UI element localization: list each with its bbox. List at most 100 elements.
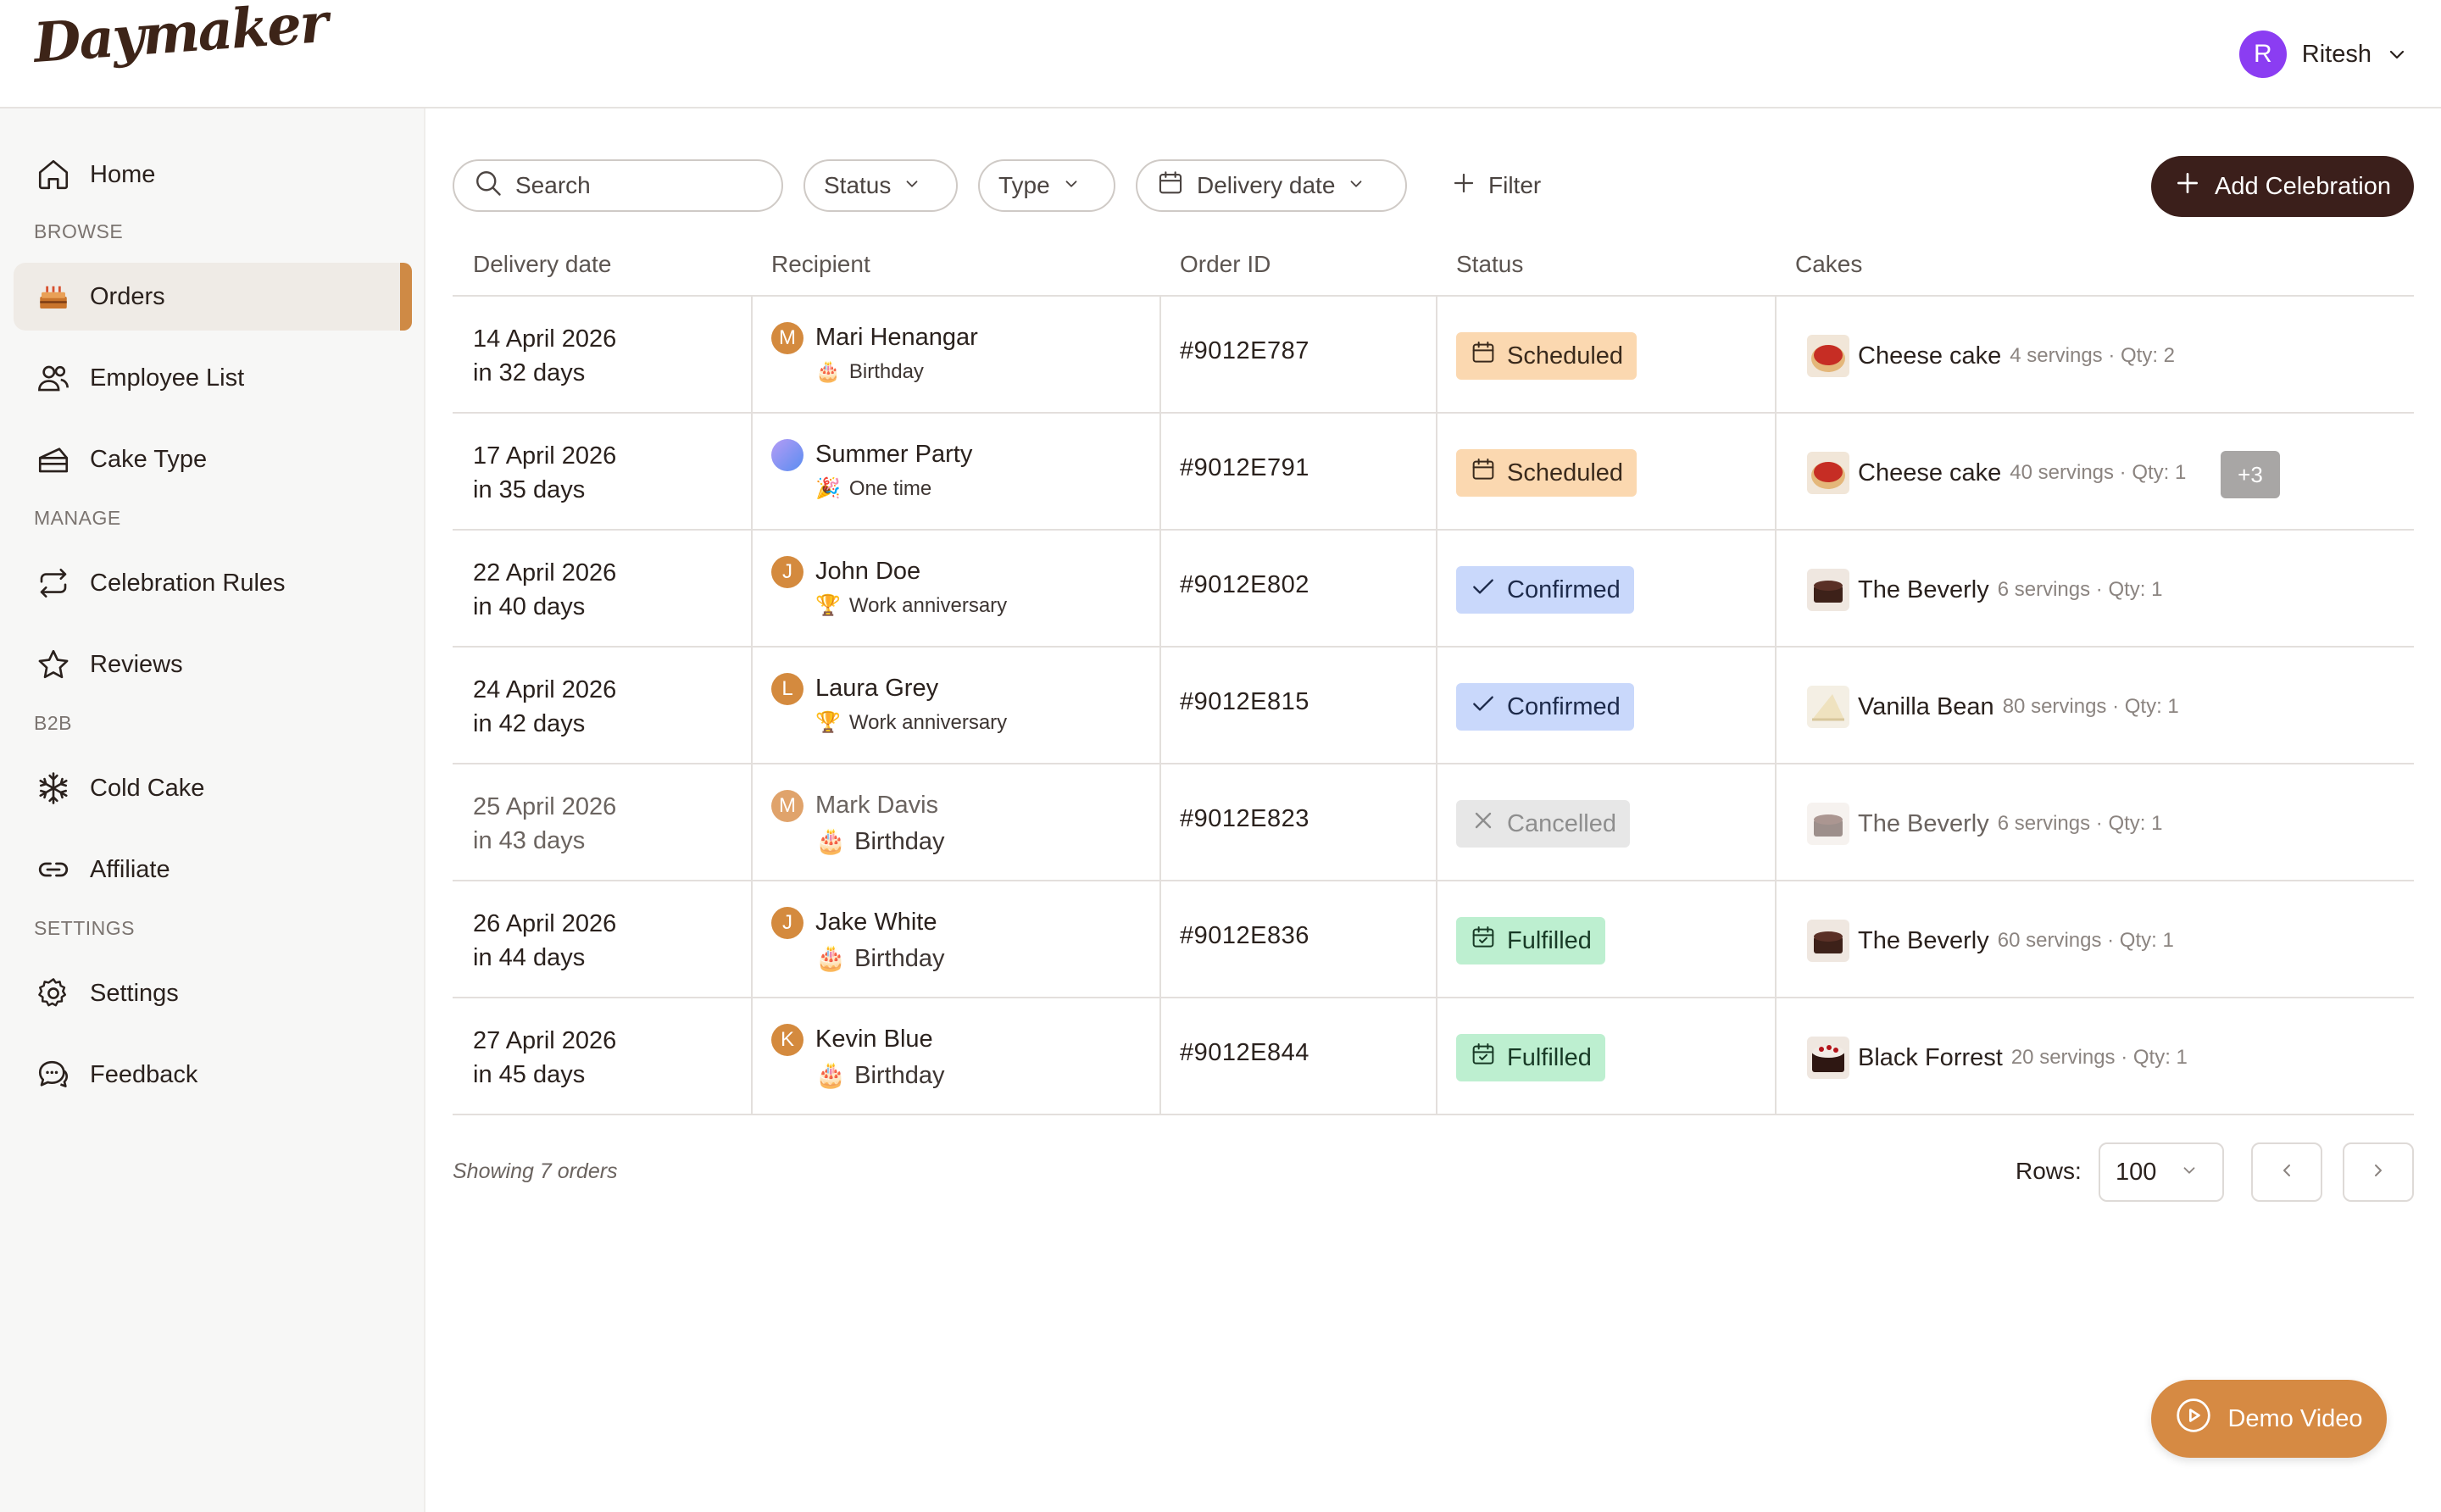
table-row[interactable]: 26 April 2026 in 44 days J Jake White 🎂 Bi… bbox=[453, 881, 2414, 998]
column-header-delivery-date[interactable]: Delivery date bbox=[473, 251, 611, 278]
cake-name: The Beverly bbox=[1858, 809, 1989, 837]
user-name: Ritesh bbox=[2301, 40, 2371, 68]
add-celebration-label: Add Celebration bbox=[2215, 172, 2391, 200]
add-celebration-button[interactable]: Add Celebration bbox=[2151, 156, 2414, 217]
sidebar-item-home[interactable]: Home bbox=[14, 141, 412, 208]
delivery-date-filter-dropdown[interactable]: Delivery date bbox=[1136, 159, 1407, 212]
sidebar-item-employee-list[interactable]: Employee List bbox=[14, 344, 412, 412]
order-id[interactable]: #9012E815 bbox=[1180, 688, 1309, 716]
column-header-recipient[interactable]: Recipient bbox=[771, 251, 870, 278]
status-label: Fulfilled bbox=[1507, 1043, 1592, 1071]
order-id[interactable]: #9012E802 bbox=[1180, 571, 1309, 599]
column-header-order-id[interactable]: Order ID bbox=[1180, 251, 1271, 278]
cake-cell[interactable]: Vanilla Bean 80 servings · Qty: 1 bbox=[1807, 683, 2179, 731]
cake-cell[interactable]: The Beverly 6 servings · Qty: 1 bbox=[1807, 566, 2162, 614]
sidebar-item-affiliate[interactable]: Affiliate bbox=[14, 836, 412, 903]
section-label-b2b: B2B bbox=[34, 712, 72, 734]
delivery-date-cell: 14 April 2026 in 32 days bbox=[473, 322, 616, 390]
sidebar-item-reviews[interactable]: Reviews bbox=[14, 631, 412, 698]
search-input[interactable]: Search bbox=[453, 159, 783, 212]
status-badge: Fulfilled bbox=[1456, 1034, 1605, 1081]
order-id[interactable]: #9012E844 bbox=[1180, 1039, 1309, 1067]
column-header-status[interactable]: Status bbox=[1456, 251, 1523, 278]
recipient-avatar bbox=[771, 439, 803, 471]
sidebar-item-label: Reviews bbox=[90, 650, 183, 678]
section-label-settings: SETTINGS bbox=[34, 917, 136, 939]
previous-page-button[interactable] bbox=[2251, 1142, 2322, 1202]
order-id[interactable]: #9012E823 bbox=[1180, 805, 1309, 833]
sidebar-item-label: Feedback bbox=[90, 1060, 198, 1088]
user-menu[interactable]: R Ritesh bbox=[2238, 29, 2407, 80]
recipient-avatar: L bbox=[771, 673, 803, 705]
snowflake-icon bbox=[36, 770, 71, 806]
order-id[interactable]: #9012E836 bbox=[1180, 922, 1309, 950]
cake-cell[interactable]: Cheese cake 40 servings · Qty: 1 bbox=[1807, 449, 2186, 497]
cake-cell[interactable]: The Beverly 60 servings · Qty: 1 bbox=[1807, 917, 2174, 964]
calendar-check-icon bbox=[1470, 924, 1497, 958]
occasion: 🎂 Birthday bbox=[815, 1061, 945, 1090]
sidebar: Home BROWSE Orders Employee List Cake Ty… bbox=[0, 108, 425, 1512]
recipient-avatar: M bbox=[771, 322, 803, 354]
chat-icon bbox=[36, 1057, 71, 1092]
table-row[interactable]: 17 April 2026 in 35 days Summer Party 🎉 On… bbox=[453, 414, 2414, 531]
status-filter-dropdown[interactable]: Status bbox=[803, 159, 958, 212]
cake-name: The Beverly bbox=[1858, 926, 1989, 954]
birthday-cake-icon: 🎂 bbox=[815, 945, 847, 972]
next-page-button[interactable] bbox=[2343, 1142, 2414, 1202]
link-icon bbox=[36, 852, 71, 887]
daymaker-logo[interactable]: Daymaker bbox=[31, 0, 329, 75]
status-badge: Fulfilled bbox=[1456, 917, 1605, 964]
type-filter-dropdown[interactable]: Type bbox=[978, 159, 1115, 212]
cake-thumbnail bbox=[1807, 686, 1849, 728]
order-id[interactable]: #9012E787 bbox=[1180, 337, 1309, 365]
days-until: in 35 days bbox=[473, 476, 586, 503]
users-icon bbox=[36, 360, 71, 396]
sidebar-item-cold-cake[interactable]: Cold Cake bbox=[14, 754, 412, 822]
more-cakes-badge[interactable]: +3 bbox=[2221, 451, 2280, 498]
sidebar-item-feedback[interactable]: Feedback bbox=[14, 1041, 412, 1109]
table-row[interactable]: 27 April 2026 in 45 days K Kevin Blue 🎂 Bi… bbox=[453, 998, 2414, 1115]
add-filter-button[interactable]: Filter bbox=[1451, 159, 1541, 212]
table-row[interactable]: 14 April 2026 in 32 days M Mari Henangar … bbox=[453, 297, 2414, 414]
play-icon bbox=[2175, 1397, 2212, 1441]
close-icon bbox=[1470, 807, 1497, 841]
cake-cell[interactable]: Black Forrest 20 servings · Qty: 1 bbox=[1807, 1034, 2188, 1081]
table-row[interactable]: 24 April 2026 in 42 days L Laura Grey 🏆 Wo… bbox=[453, 648, 2414, 764]
sidebar-item-celebration-rules[interactable]: Celebration Rules bbox=[14, 549, 412, 617]
column-header-cakes[interactable]: Cakes bbox=[1795, 251, 1862, 278]
occasion-label: Birthday bbox=[854, 944, 945, 972]
order-id[interactable]: #9012E791 bbox=[1180, 454, 1309, 482]
occasion: 🏆 Work anniversary bbox=[815, 593, 1007, 618]
sidebar-item-orders[interactable]: Orders bbox=[14, 263, 412, 331]
table-row[interactable]: 22 April 2026 in 40 days J John Doe 🏆 Work… bbox=[453, 531, 2414, 648]
status-label: Fulfilled bbox=[1507, 926, 1592, 954]
orders-table: Delivery date Recipient Order ID Status … bbox=[453, 237, 2414, 1115]
cake-cell[interactable]: The Beverly 6 servings · Qty: 1 bbox=[1807, 800, 2162, 848]
cake-name: The Beverly bbox=[1858, 575, 1989, 603]
user-avatar: R bbox=[2238, 31, 2287, 78]
delivery-date-cell: 25 April 2026 in 43 days bbox=[473, 790, 616, 858]
demo-video-button[interactable]: Demo Video bbox=[2151, 1380, 2387, 1458]
sidebar-item-label: Orders bbox=[90, 282, 165, 310]
sidebar-item-label: Home bbox=[90, 160, 156, 188]
sidebar-item-cake-type[interactable]: Cake Type bbox=[14, 425, 412, 493]
check-icon bbox=[1470, 690, 1497, 724]
status-badge: Confirmed bbox=[1456, 566, 1634, 614]
chevron-down-icon bbox=[903, 172, 921, 199]
delivery-date-filter-label: Delivery date bbox=[1197, 172, 1336, 198]
cake-cell[interactable]: Cheese cake 4 servings · Qty: 2 bbox=[1807, 332, 2175, 380]
cake-meta: 40 servings · Qty: 1 bbox=[2010, 461, 2187, 484]
table-row[interactable]: 25 April 2026 in 43 days M Mark Davis 🎂 Bi… bbox=[453, 764, 2414, 881]
sidebar-item-label: Employee List bbox=[90, 364, 245, 392]
occasion-label: One time bbox=[848, 476, 932, 500]
cake-thumbnail bbox=[1807, 335, 1849, 377]
birthday-cake-icon: 🎂 bbox=[815, 1062, 847, 1089]
calendar-icon bbox=[1470, 339, 1497, 373]
cake-name: Cheese cake bbox=[1858, 459, 2002, 486]
sidebar-item-settings[interactable]: Settings bbox=[14, 959, 412, 1027]
cake-thumbnail bbox=[1807, 452, 1849, 494]
section-label-manage: MANAGE bbox=[34, 507, 121, 529]
status-badge: Confirmed bbox=[1456, 683, 1634, 731]
delivery-date: 17 April 2026 bbox=[473, 442, 617, 470]
rows-per-page-select[interactable]: 100 bbox=[2099, 1142, 2224, 1202]
